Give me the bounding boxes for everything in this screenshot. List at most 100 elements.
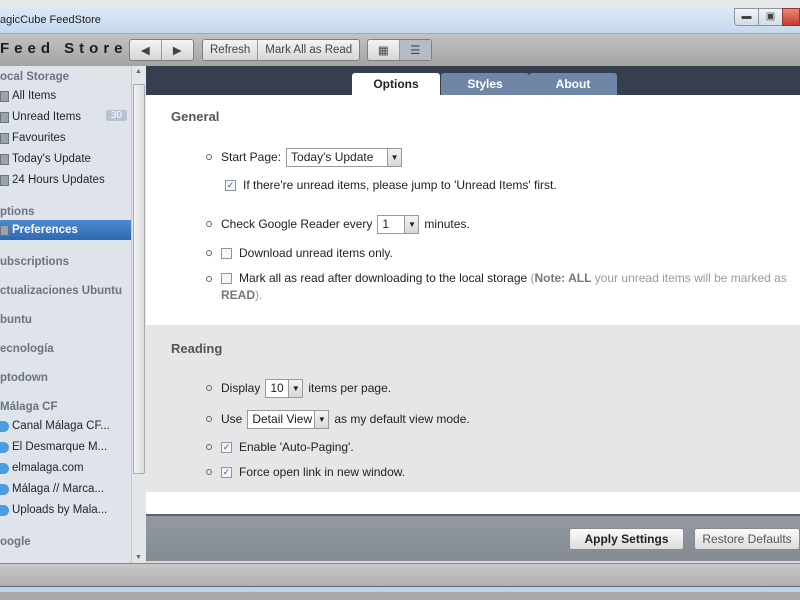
view-mode-select[interactable]: Detail View ▼ [247,409,330,429]
check-interval-row: Check Google Reader every 1 ▼ minutes. [206,214,470,234]
bullet [206,250,212,256]
tab-about[interactable]: About [529,73,617,95]
jump-unread-row: ✓ If there're unread items, please jump … [225,175,557,195]
feed-item[interactable]: elmalaga.com [0,458,131,478]
start-page-value: Today's Update [291,150,374,164]
auto-paging-checkbox[interactable]: ✓ [221,441,232,453]
action-buttons: Refresh Mark All as Read [202,39,361,61]
bullet [206,154,212,160]
toolbar: Feed Store ◀ ▶ Refresh Mark All as Read … [0,34,800,66]
download-unread-checkbox[interactable] [221,247,232,259]
refresh-button[interactable]: Refresh [203,40,259,60]
sidebar-item-todays-update[interactable]: Today's Update [0,149,131,169]
rss-icon [0,441,9,453]
restore-icon[interactable]: ▣ [758,8,783,26]
feed-item[interactable]: Uploads by Mala... [0,500,131,520]
section-options: ptions [0,206,35,218]
reading-section: Reading Display 10 ▼ items per page. Use … [146,325,800,492]
tab-options[interactable]: Options [352,73,440,95]
check-interval-label: Check Google Reader every [221,217,373,231]
sidebar-item-24-hours-updates[interactable]: 24 Hours Updates [0,170,131,190]
feed-label: elmalaga.com [12,462,84,474]
jump-unread-checkbox[interactable]: ✓ [225,179,236,191]
unread-count-badge: 30 [105,110,127,121]
feed-item[interactable]: Málaga // Marca... [0,479,131,499]
detail-view-button[interactable]: ▦ [368,40,400,60]
group-tecnologia[interactable]: ecnología [0,343,54,355]
folder-icon [0,153,9,165]
view-mode-value: Detail View [252,412,313,426]
folder-icon [0,90,9,102]
display-label: Display [221,381,261,395]
chevron-down-icon: ▼ [288,379,303,397]
section-reading-title: Reading [171,341,223,356]
sidebar-item-label: All Items [12,90,57,102]
items-per-page-value: 10 [270,381,284,395]
group-actualizaciones-ubuntu[interactable]: ctualizaciones Ubuntu [0,285,122,297]
minimize-icon[interactable]: ▬ [734,8,759,26]
rss-icon [0,420,9,432]
feed-label: El Desmarque M... [12,441,108,453]
sidebar-scrollbar[interactable]: ▲ ▼ [131,66,146,563]
sidebar: ocal Storage All Items Unread Items 30 Fa… [0,66,131,563]
bullet [206,469,212,475]
view-mode-label: Use [221,412,243,426]
sidebar-item-unread-items[interactable]: Unread Items 30 [0,107,131,127]
chevron-down-icon: ▼ [404,215,419,233]
section-local-storage: ocal Storage [0,71,70,83]
footer-bar: Apply Settings Restore Defaults [146,514,800,561]
forward-button[interactable]: ▶ [162,40,193,60]
feed-item[interactable]: El Desmarque M... [0,437,131,457]
rss-icon [0,483,9,495]
start-page-select[interactable]: Today's Update ▼ [286,147,403,167]
group-malaga-cf[interactable]: Málaga CF [0,401,58,413]
feed-item[interactable]: Canal Málaga CF... [0,416,131,436]
display-unit: items per page. [308,381,392,395]
close-icon[interactable] [782,8,800,26]
feed-label: Canal Málaga CF... [12,420,110,432]
items-per-page-select[interactable]: 10 ▼ [265,378,304,398]
download-unread-label: Download unread items only. [239,246,393,260]
check-interval-unit: minutes. [424,217,470,231]
triangle-right-icon: ▶ [172,45,182,57]
sidebar-item-label: Favourites [12,132,66,144]
sidebar-item-all-items[interactable]: All Items [0,86,131,106]
sidebar-item-preferences[interactable]: Preferences [0,220,131,240]
start-page-label: Start Page: [221,150,282,164]
tab-bar: Options Styles About [146,66,800,95]
mark-all-checkbox[interactable] [221,273,232,285]
taskbar-edge [0,592,800,600]
list-view-button[interactable]: ☰ [399,40,431,60]
bullet [206,416,212,422]
title-bar: agicCube FeedStore ▬ ▣ [0,8,800,34]
scroll-down-icon[interactable]: ▼ [135,554,142,561]
window-title: agicCube FeedStore [0,14,101,26]
force-open-checkbox[interactable]: ✓ [221,466,232,478]
mark-all-row: Mark all as read after downloading to th… [206,270,796,304]
feed-label: Málaga // Marca... [12,483,105,495]
apply-settings-button[interactable]: Apply Settings [569,528,684,550]
bullet [206,385,212,391]
start-page-row: Start Page: Today's Update ▼ [206,147,407,167]
section-general-title: General [171,109,220,124]
preferences-icon [0,224,9,236]
bullet [206,275,212,282]
folder-icon [0,174,9,186]
scrollbar-thumb[interactable] [133,84,145,474]
check-interval-select[interactable]: 1 ▼ [377,214,420,234]
sidebar-item-label: Today's Update [12,153,91,165]
restore-defaults-button[interactable]: Restore Defaults [694,528,800,550]
force-open-label: Force open link in new window. [239,465,406,479]
scroll-up-icon[interactable]: ▲ [135,68,142,75]
group-google[interactable]: oogle [0,536,31,548]
mark-all-read-button[interactable]: Mark All as Read [258,40,359,60]
sidebar-item-label: 24 Hours Updates [12,174,105,186]
back-button[interactable]: ◀ [130,40,162,60]
sidebar-item-favourites[interactable]: Favourites [0,128,131,148]
folder-icon [0,132,9,144]
tab-styles[interactable]: Styles [441,73,529,95]
view-mode-row: Use Detail View ▼ as my default view mode… [206,409,470,429]
group-ubuntu[interactable]: buntu [0,314,32,326]
group-uptodown[interactable]: ptodown [0,372,48,384]
triangle-left-icon: ◀ [140,45,150,57]
